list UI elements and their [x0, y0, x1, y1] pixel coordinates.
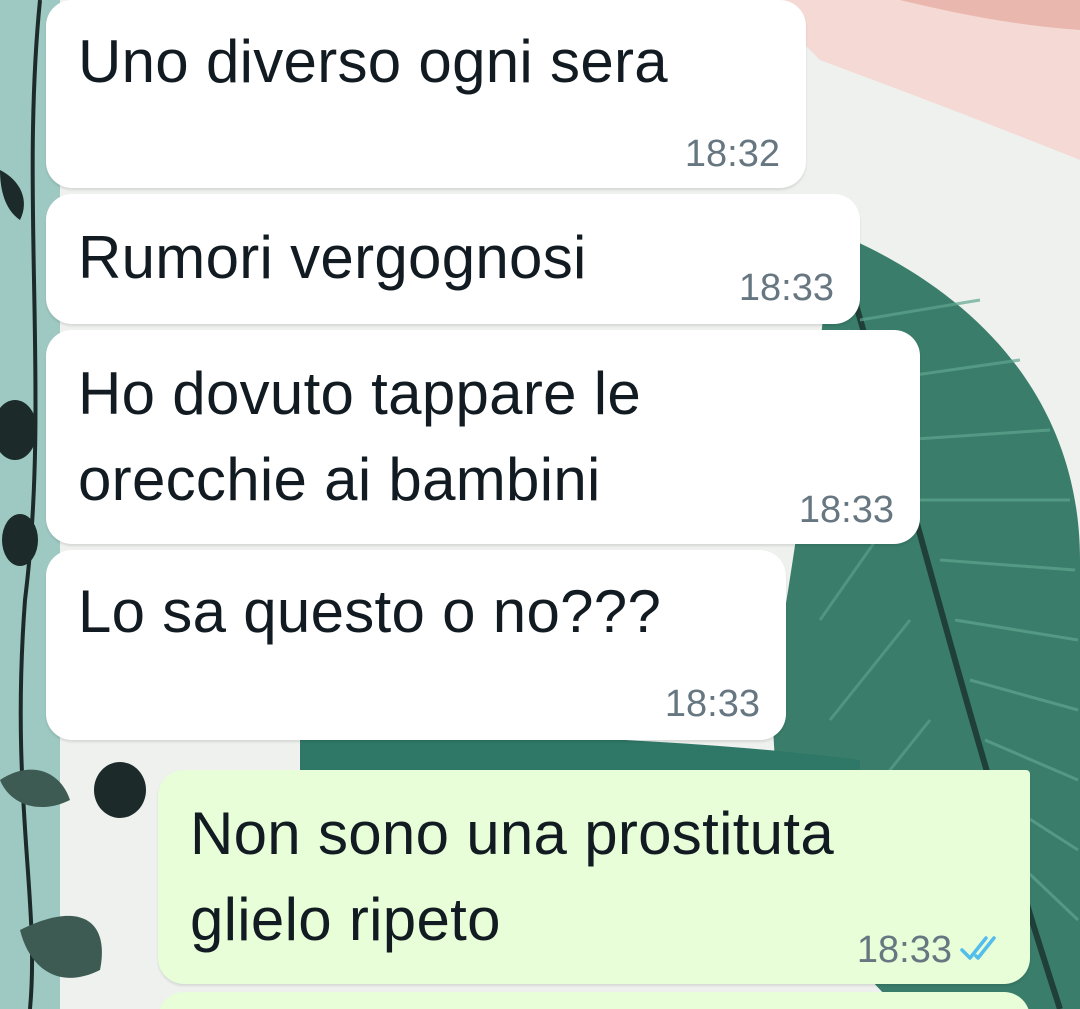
message-timestamp: 18:32: [684, 133, 780, 175]
message-text: Lo sa questo o no???: [78, 578, 662, 645]
message-timestamp: 18:33: [738, 267, 834, 309]
chat-conversation[interactable]: Uno diverso ogni sera 18:32 Rumori vergo…: [0, 0, 1080, 1009]
double-check-read-icon: [960, 936, 996, 960]
message-timestamp: 18:33: [856, 929, 952, 971]
message-text: Uno diverso ogni sera: [78, 28, 668, 95]
message-timestamp: 18:33: [798, 489, 894, 531]
message-bubble-outgoing-partial[interactable]: [158, 992, 1030, 1009]
message-bubble-incoming[interactable]: Ho dovuto tappare le orecchie ai bambini…: [46, 330, 920, 544]
message-text-line: orecchie ai bambini: [78, 446, 601, 513]
message-bubble-incoming[interactable]: Rumori vergognosi 18:33: [46, 194, 860, 324]
message-bubble-outgoing[interactable]: Non sono una prostituta glielo ripeto 18…: [158, 770, 1030, 984]
message-bubble-incoming[interactable]: Uno diverso ogni sera 18:32: [46, 0, 806, 188]
message-bubble-incoming[interactable]: Lo sa questo o no??? 18:33: [46, 550, 786, 740]
message-text-line: glielo ripeto: [190, 886, 501, 953]
message-text-line: Ho dovuto tappare le: [78, 360, 642, 427]
message-text: Rumori vergognosi: [78, 224, 587, 291]
message-timestamp: 18:33: [664, 683, 760, 725]
message-text-line: Non sono una prostituta: [190, 800, 834, 867]
